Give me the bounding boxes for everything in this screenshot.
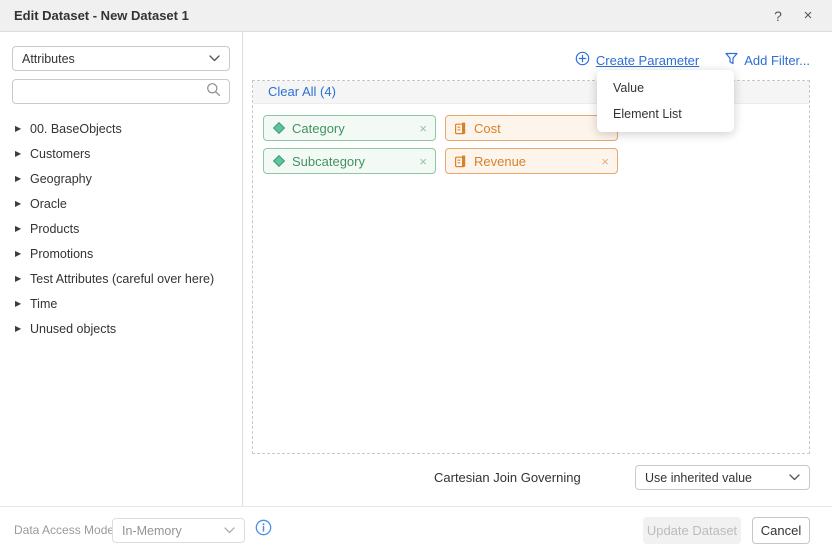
expand-arrow-icon[interactable]: ▶ — [15, 249, 30, 258]
chip-category[interactable]: Category × — [263, 115, 436, 141]
cancel-button[interactable]: Cancel — [752, 517, 810, 544]
plus-circle-icon — [575, 51, 590, 69]
close-icon[interactable]: × — [798, 0, 818, 32]
chevron-down-icon — [224, 527, 235, 534]
chip-label: Category — [292, 121, 345, 136]
tree-item-oracle[interactable]: ▶Oracle — [0, 191, 243, 216]
edit-dataset-dialog: Edit Dataset - New Dataset 1 ? × Attribu… — [0, 0, 832, 554]
object-type-select[interactable]: Attributes — [12, 46, 230, 71]
tree-item-label: Oracle — [30, 197, 67, 211]
dataset-objects-dropzone[interactable]: Clear All (4) Category × Cost × Subcateg… — [252, 80, 810, 454]
tree-item-test-attributes[interactable]: ▶Test Attributes (careful over here) — [0, 266, 243, 291]
tree-item-promotions[interactable]: ▶Promotions — [0, 241, 243, 266]
tree-item-label: Products — [30, 222, 79, 236]
create-parameter-menu: Value Element List — [597, 70, 734, 132]
chevron-down-icon — [209, 55, 220, 62]
tree-item-customers[interactable]: ▶Customers — [0, 141, 243, 166]
add-filter-label: Add Filter... — [744, 53, 810, 68]
create-parameter-label: Create Parameter — [596, 53, 699, 68]
chip-label: Revenue — [474, 154, 526, 169]
expand-arrow-icon[interactable]: ▶ — [15, 149, 30, 158]
cartesian-join-label: Cartesian Join Governing — [434, 470, 581, 485]
expand-arrow-icon[interactable]: ▶ — [15, 174, 30, 183]
update-dataset-button[interactable]: Update Dataset — [643, 517, 741, 544]
attribute-diamond-icon — [272, 154, 286, 168]
chip-subcategory[interactable]: Subcategory × — [263, 148, 436, 174]
add-filter-link[interactable]: Add Filter... — [725, 52, 810, 68]
dialog-header: Edit Dataset - New Dataset 1 ? × — [0, 0, 832, 32]
cartesian-join-value: Use inherited value — [645, 471, 752, 485]
chip-remove-icon[interactable]: × — [419, 154, 427, 169]
search-input[interactable] — [21, 85, 206, 99]
tree-item-time[interactable]: ▶Time — [0, 291, 243, 316]
expand-arrow-icon[interactable]: ▶ — [15, 299, 30, 308]
expand-arrow-icon[interactable]: ▶ — [15, 124, 30, 133]
data-access-mode-label: Data Access Mode — [14, 523, 114, 537]
expand-arrow-icon[interactable]: ▶ — [15, 199, 30, 208]
data-access-mode-select[interactable]: In-Memory — [112, 518, 245, 543]
tree-item-unused-objects[interactable]: ▶Unused objects — [0, 316, 243, 341]
menu-item-element-list[interactable]: Element List — [597, 101, 734, 127]
chip-revenue[interactable]: Revenue × — [445, 148, 618, 174]
chip-label: Subcategory — [292, 154, 365, 169]
search-field[interactable] — [12, 79, 230, 104]
metric-report-icon — [454, 121, 468, 135]
tree-item-label: Time — [30, 297, 57, 311]
chip-remove-icon[interactable]: × — [601, 154, 609, 169]
search-icon — [206, 82, 221, 102]
chip-label: Cost — [474, 121, 501, 136]
tree-item-label: Unused objects — [30, 322, 116, 336]
object-tree: ▶00. BaseObjects ▶Customers ▶Geography ▶… — [0, 116, 243, 341]
expand-arrow-icon[interactable]: ▶ — [15, 274, 30, 283]
chip-cost[interactable]: Cost × — [445, 115, 618, 141]
tree-item-products[interactable]: ▶Products — [0, 216, 243, 241]
clear-all-link[interactable]: Clear All (4) — [268, 84, 336, 99]
tree-item-geography[interactable]: ▶Geography — [0, 166, 243, 191]
info-icon[interactable] — [255, 519, 272, 536]
tree-item-baseobjects[interactable]: ▶00. BaseObjects — [0, 116, 243, 141]
metric-report-icon — [454, 154, 468, 168]
dialog-title: Edit Dataset - New Dataset 1 — [14, 0, 189, 32]
tree-item-label: Test Attributes (careful over here) — [30, 272, 214, 286]
object-sidebar: Attributes ▶00. BaseObjects ▶Customers ▶… — [0, 32, 243, 506]
data-access-mode-value: In-Memory — [122, 524, 182, 538]
menu-item-value[interactable]: Value — [597, 75, 734, 101]
tree-item-label: 00. BaseObjects — [30, 122, 122, 136]
tree-item-label: Geography — [30, 172, 92, 186]
tree-item-label: Promotions — [30, 247, 93, 261]
expand-arrow-icon[interactable]: ▶ — [15, 324, 30, 333]
dialog-footer: Data Access Mode In-Memory Update Datase… — [0, 506, 832, 554]
tree-item-label: Customers — [30, 147, 90, 161]
dataset-toolbar: Create Parameter Add Filter... — [575, 51, 810, 69]
object-type-value: Attributes — [22, 52, 75, 66]
chip-remove-icon[interactable]: × — [419, 121, 427, 136]
expand-arrow-icon[interactable]: ▶ — [15, 224, 30, 233]
cartesian-join-select[interactable]: Use inherited value — [635, 465, 810, 490]
create-parameter-link[interactable]: Create Parameter — [575, 51, 699, 69]
help-icon[interactable]: ? — [768, 0, 788, 32]
chevron-down-icon — [789, 474, 800, 481]
filter-funnel-icon — [725, 52, 738, 68]
attribute-diamond-icon — [272, 121, 286, 135]
